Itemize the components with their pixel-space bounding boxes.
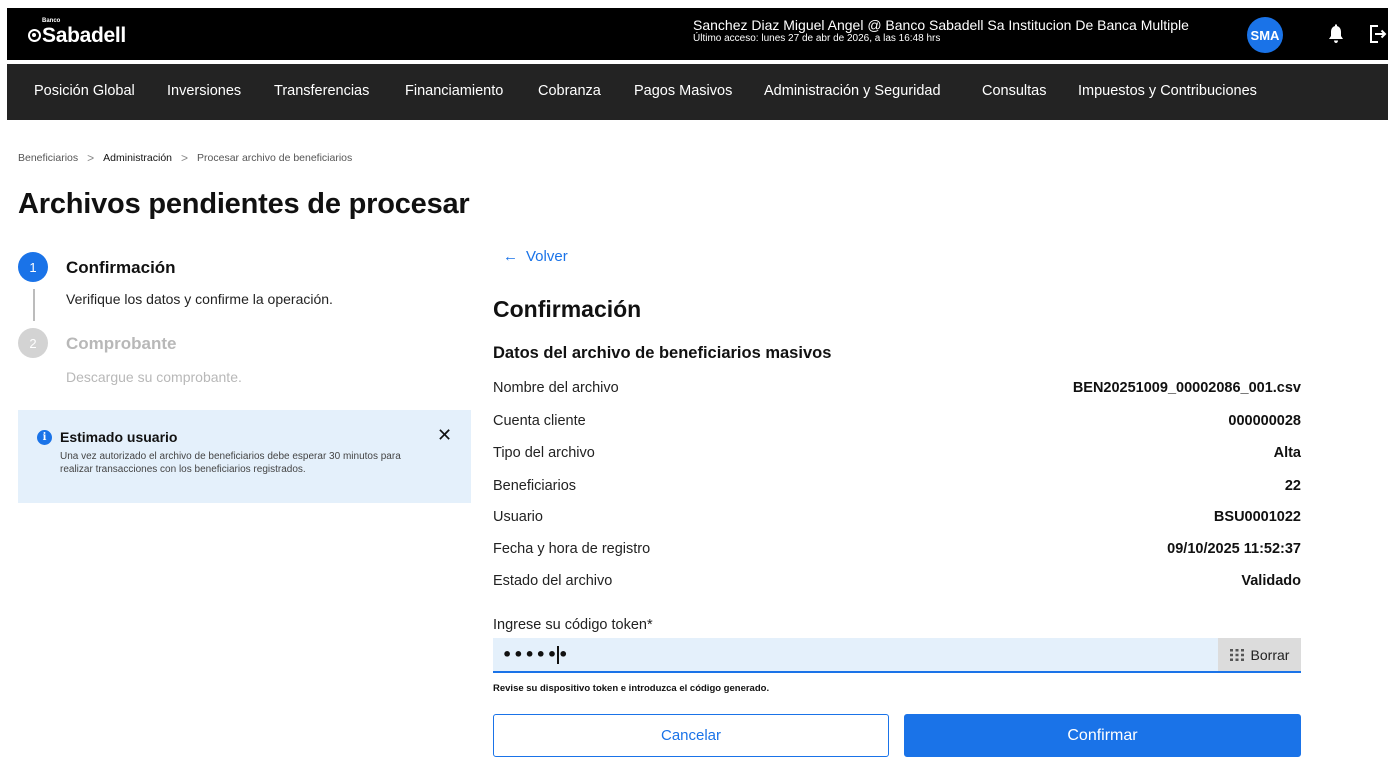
nav-item-consultas[interactable]: Consultas	[982, 83, 1046, 99]
nav-item-posicion-global[interactable]: Posición Global	[34, 83, 135, 99]
last-access: Último acceso: lunes 27 de abr de 2026, …	[693, 33, 941, 44]
data-value: Validado	[1241, 573, 1301, 589]
info-notice: i Estimado usuario Una vez autorizado el…	[18, 410, 471, 503]
user-info: Sanchez Diaz Miguel Angel @ Banco Sabade…	[693, 17, 1233, 45]
text-cursor	[557, 646, 559, 664]
breadcrumb-procesar-archivo: Procesar archivo de beneficiarios	[197, 152, 353, 164]
data-row-file-name: Nombre del archivo BEN20251009_00002086_…	[493, 380, 1301, 400]
data-row-beneficiaries: Beneficiarios 22	[493, 478, 1301, 498]
data-value: Alta	[1273, 445, 1301, 461]
chevron-right-icon: >	[181, 151, 189, 165]
data-label: Fecha y hora de registro	[493, 541, 651, 557]
step-1-title: Confirmación	[66, 258, 176, 277]
main-nav: Posición Global Inversiones Transferenci…	[7, 64, 1388, 120]
back-link[interactable]: ← Volver	[503, 248, 568, 265]
subsection-title: Datos del archivo de beneficiarios masiv…	[493, 344, 832, 362]
confirm-button[interactable]: Confirmar	[904, 714, 1301, 757]
nav-item-administracion-seguridad[interactable]: Administración y Seguridad	[764, 83, 941, 99]
avatar[interactable]: SMA	[1247, 17, 1283, 53]
step-1-description: Verifique los datos y confirme la operac…	[66, 291, 333, 307]
step-connector	[33, 289, 35, 321]
token-field: Borrar	[493, 638, 1301, 673]
logout-icon[interactable]	[1369, 24, 1387, 44]
user-name: Sanchez Diaz Miguel Angel @ Banco Sabade…	[693, 17, 1189, 33]
bell-icon[interactable]	[1327, 24, 1345, 44]
data-row-file-status: Estado del archivo Validado	[493, 573, 1301, 593]
data-value: BEN20251009_00002086_001.csv	[1072, 380, 1301, 396]
close-icon[interactable]: ✕	[437, 425, 452, 445]
token-input[interactable]	[493, 638, 1213, 671]
nav-item-impuestos-contribuciones[interactable]: Impuestos y Contribuciones	[1078, 83, 1257, 99]
data-row-client-account: Cuenta cliente 000000028	[493, 413, 1301, 433]
step-2-title: Comprobante	[66, 334, 177, 353]
data-label: Usuario	[493, 509, 543, 525]
top-bar: Banco Sabadell Sanchez Diaz Miguel Angel…	[7, 8, 1388, 60]
back-label: Volver	[526, 248, 568, 265]
breadcrumb-administracion[interactable]: Administración	[103, 152, 172, 164]
chevron-right-icon: >	[87, 151, 95, 165]
nav-item-financiamiento[interactable]: Financiamiento	[405, 83, 503, 99]
clear-token-button[interactable]: Borrar	[1218, 638, 1301, 671]
data-label: Nombre del archivo	[493, 380, 619, 396]
cancel-button[interactable]: Cancelar	[493, 714, 889, 757]
nav-item-cobranza[interactable]: Cobranza	[538, 83, 601, 99]
nav-item-inversiones[interactable]: Inversiones	[167, 83, 241, 99]
breadcrumb-beneficiarios[interactable]: Beneficiarios	[18, 152, 78, 164]
clear-label: Borrar	[1250, 646, 1290, 663]
section-title: Confirmación	[493, 296, 642, 322]
arrow-left-icon: ←	[503, 248, 518, 265]
nav-item-transferencias[interactable]: Transferencias	[274, 83, 369, 99]
step-2-indicator: 2	[18, 328, 48, 358]
window-edge	[0, 0, 7, 765]
data-label: Estado del archivo	[493, 573, 613, 589]
data-label: Cuenta cliente	[493, 413, 586, 429]
token-help-text: Revise su dispositivo token e introduzca…	[493, 683, 770, 694]
data-value: 000000028	[1228, 413, 1301, 429]
step-2-description: Descargue su comprobante.	[66, 369, 242, 385]
data-value: 22	[1284, 478, 1301, 494]
info-title: Estimado usuario	[60, 429, 178, 445]
logo-mark-icon	[28, 29, 41, 42]
data-row-file-type: Tipo del archivo Alta	[493, 445, 1301, 465]
logo-text: Sabadell	[42, 24, 126, 47]
token-label: Ingrese su código token*	[493, 617, 653, 633]
keypad-icon	[1229, 648, 1244, 661]
info-text: Una vez autorizado el archivo de benefic…	[60, 451, 401, 475]
page-title: Archivos pendientes de procesar	[18, 188, 470, 220]
nav-item-pagos-masivos[interactable]: Pagos Masivos	[634, 83, 732, 99]
data-row-user: Usuario BSU0001022	[493, 509, 1301, 529]
data-label: Beneficiarios	[493, 478, 577, 494]
data-label: Tipo del archivo	[493, 445, 595, 461]
data-row-registration-date: Fecha y hora de registro 09/10/2025 11:5…	[493, 541, 1301, 561]
step-1-indicator: 1	[18, 252, 48, 282]
breadcrumb: Beneficiarios > Administración > Procesa…	[18, 151, 352, 165]
data-value: BSU0001022	[1213, 509, 1301, 525]
info-icon: i	[37, 430, 52, 445]
data-value: 09/10/2025 11:52:37	[1167, 541, 1301, 557]
